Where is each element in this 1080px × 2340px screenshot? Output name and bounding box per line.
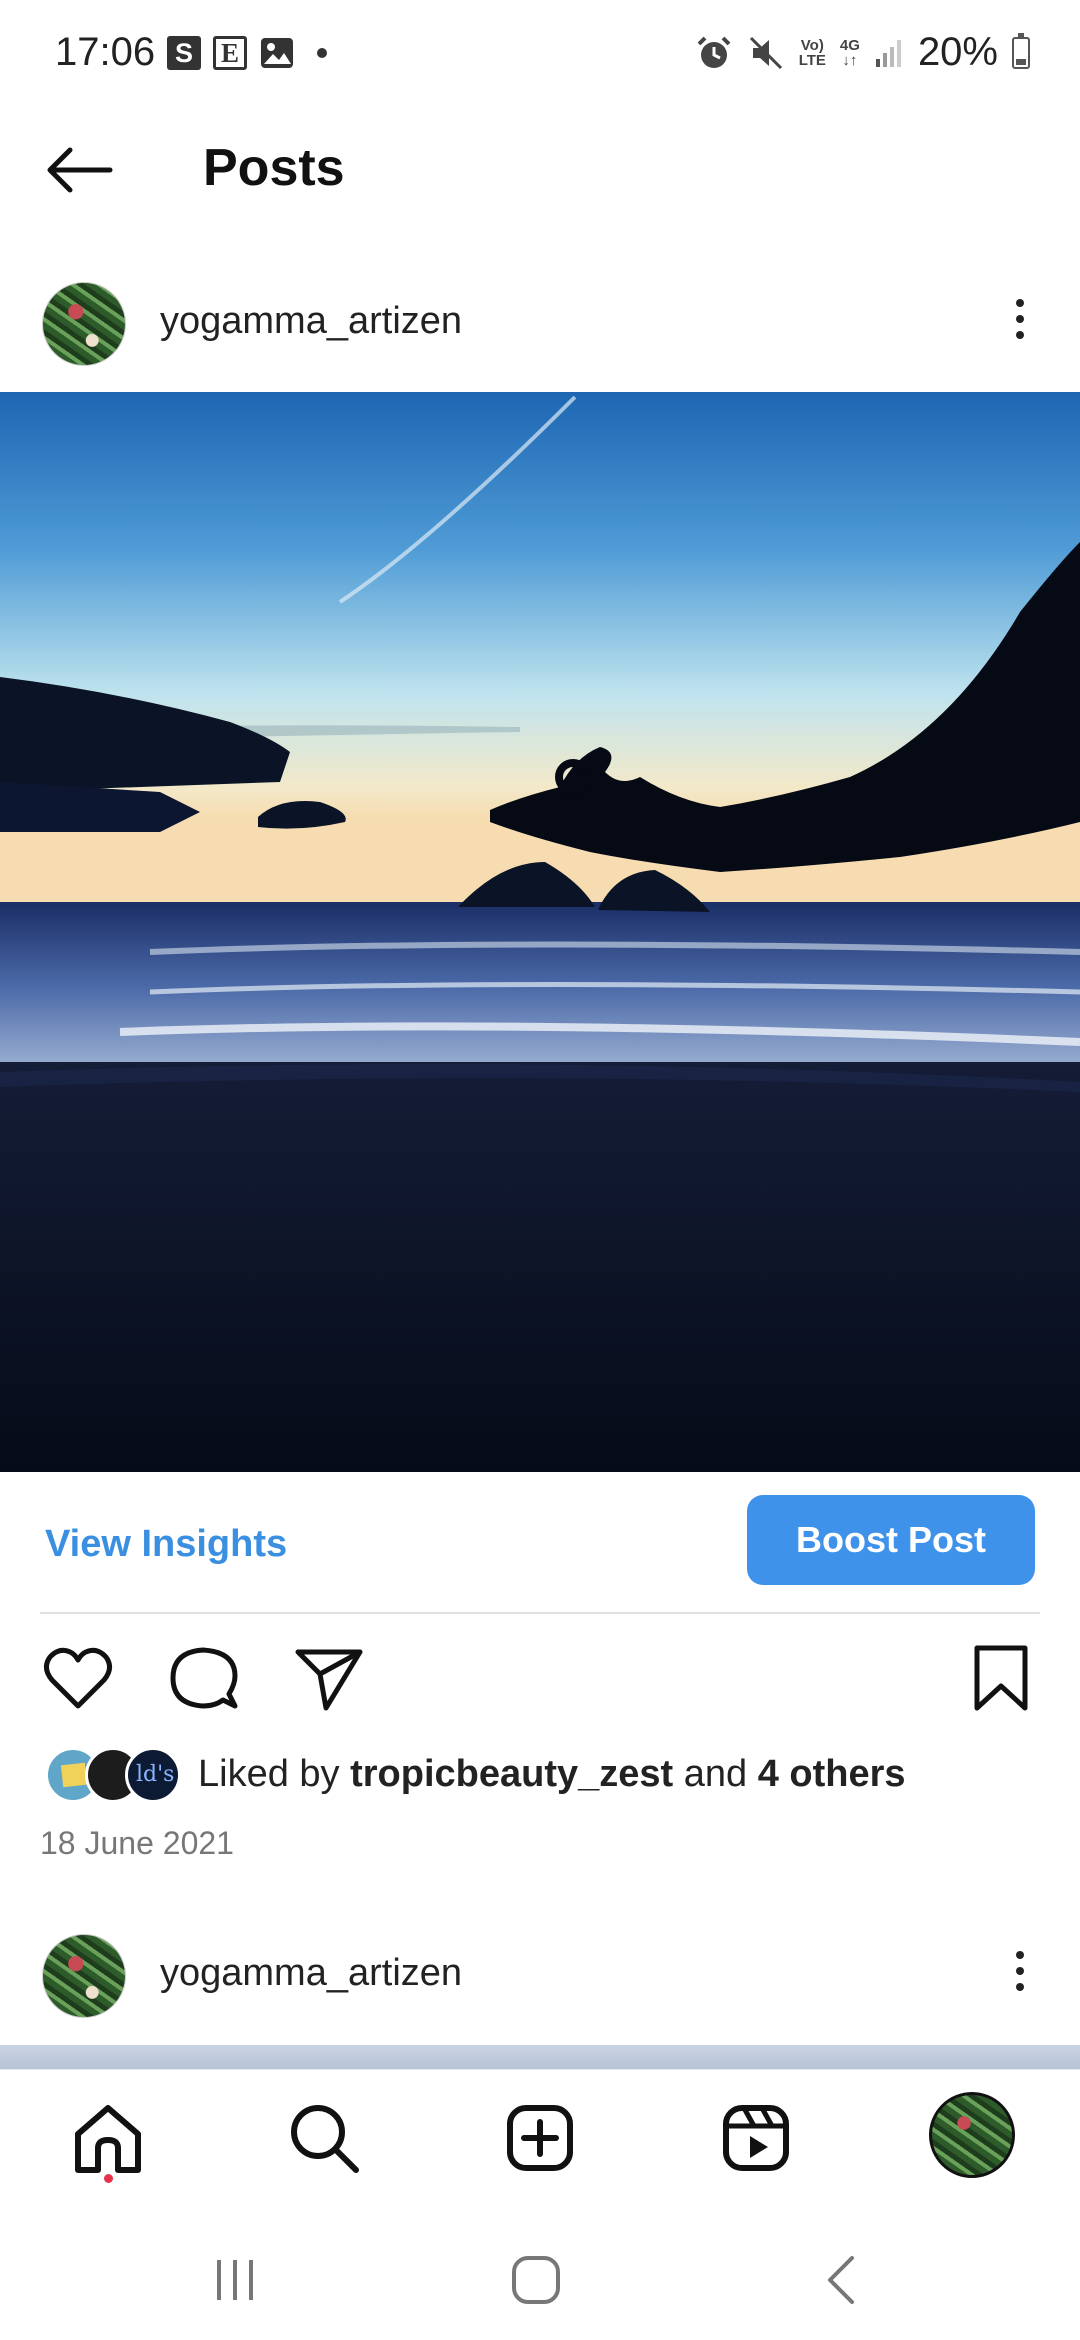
- back-system-button[interactable]: [812, 2250, 872, 2310]
- create-icon: [507, 2105, 573, 2171]
- home-icon: [75, 2105, 141, 2173]
- post-image[interactable]: [0, 392, 1080, 1472]
- recents-button[interactable]: [205, 2250, 265, 2310]
- reels-icon: [723, 2105, 789, 2171]
- mute-icon: [749, 36, 782, 69]
- more-dot: [1016, 299, 1024, 307]
- liked-username[interactable]: tropicbeauty_zest: [350, 1753, 673, 1795]
- bookmark-icon: [974, 1645, 1028, 1711]
- like-button[interactable]: [40, 1640, 116, 1716]
- liker-avatars: ld's: [45, 1747, 185, 1803]
- back-icon: [828, 2256, 854, 2304]
- status-bar: 17:06 S E Vo) LTE 4G ↓↑ 20%: [0, 0, 1080, 110]
- post-username[interactable]: yogamma_artizen: [160, 1952, 462, 1995]
- status-notification-icons: S E: [167, 36, 327, 70]
- battery-percentage: 20%: [917, 30, 998, 74]
- e-app-icon: E: [213, 36, 247, 70]
- battery-icon: [1012, 32, 1030, 69]
- post-date: 18 June 2021: [40, 1825, 234, 1861]
- nav-profile-avatar[interactable]: [929, 2092, 1015, 2178]
- s-app-icon: S: [167, 36, 201, 70]
- liked-others[interactable]: 4 others: [758, 1753, 906, 1795]
- save-button[interactable]: [963, 1640, 1039, 1716]
- page-title: Posts: [203, 139, 345, 197]
- post-username[interactable]: yogamma_artizen: [160, 300, 462, 343]
- liked-conjunction: and: [683, 1753, 748, 1795]
- avatar: ld's: [125, 1747, 181, 1803]
- send-icon: [295, 1649, 363, 1711]
- heart-icon: [44, 1647, 112, 1709]
- comment-icon: [170, 1647, 238, 1709]
- avatar[interactable]: [42, 282, 126, 366]
- next-post-image[interactable]: [0, 2045, 1080, 2069]
- arrow-left-icon: [47, 147, 113, 193]
- more-dot: [1016, 331, 1024, 339]
- nav-home[interactable]: [68, 2098, 148, 2178]
- comment-button[interactable]: [165, 1640, 241, 1716]
- post-actions: [0, 1640, 1080, 1720]
- volte-icon: Vo) LTE: [798, 36, 826, 69]
- recents-icon: [217, 2260, 253, 2300]
- notification-dot: [104, 2174, 113, 2183]
- post-header: yogamma_artizen: [0, 264, 1080, 374]
- insights-row: View Insights Boost Post: [0, 1495, 1080, 1590]
- share-button[interactable]: [290, 1640, 366, 1716]
- search-icon: [291, 2105, 359, 2173]
- post-photo: [0, 392, 1080, 1472]
- more-notifications-dot: [317, 48, 327, 58]
- back-button[interactable]: [40, 140, 120, 200]
- nav-create[interactable]: [500, 2098, 580, 2178]
- likes-row[interactable]: ld's Liked by tropicbeauty_zest and 4 ot…: [0, 1745, 1080, 1805]
- nav-search[interactable]: [284, 2098, 364, 2178]
- more-dot: [1016, 315, 1024, 323]
- liked-prefix: Liked by: [198, 1753, 340, 1795]
- more-dot: [1016, 1967, 1024, 1975]
- next-post-header: yogamma_artizen: [0, 1916, 1080, 2026]
- data-4g-icon: 4G ↓↑: [839, 36, 860, 69]
- more-dot: [1016, 1983, 1024, 1991]
- boost-post-button[interactable]: Boost Post: [747, 1495, 1035, 1585]
- home-system-button[interactable]: [506, 2250, 566, 2310]
- home-button-icon: [512, 2256, 560, 2304]
- alarm-icon: [697, 36, 731, 68]
- top-app-bar: Posts: [0, 110, 1080, 230]
- avatar[interactable]: [42, 1934, 126, 2018]
- likes-summary: Liked by tropicbeauty_zest and 4 others: [198, 1753, 906, 1796]
- divider: [40, 1612, 1040, 1614]
- view-insights-link[interactable]: View Insights: [45, 1523, 287, 1566]
- more-dot: [1016, 1951, 1024, 1959]
- status-system-icons: Vo) LTE 4G ↓↑ 20%: [695, 30, 1030, 75]
- post-options-button[interactable]: [1000, 1941, 1040, 2001]
- status-time: 17:06: [55, 30, 156, 74]
- nav-reels[interactable]: [716, 2098, 796, 2178]
- bottom-navigation: [0, 2069, 1080, 2214]
- system-navigation-bar: [0, 2214, 1080, 2340]
- post-options-button[interactable]: [1000, 289, 1040, 349]
- image-icon: [261, 38, 293, 68]
- signal-icon: [875, 39, 901, 67]
